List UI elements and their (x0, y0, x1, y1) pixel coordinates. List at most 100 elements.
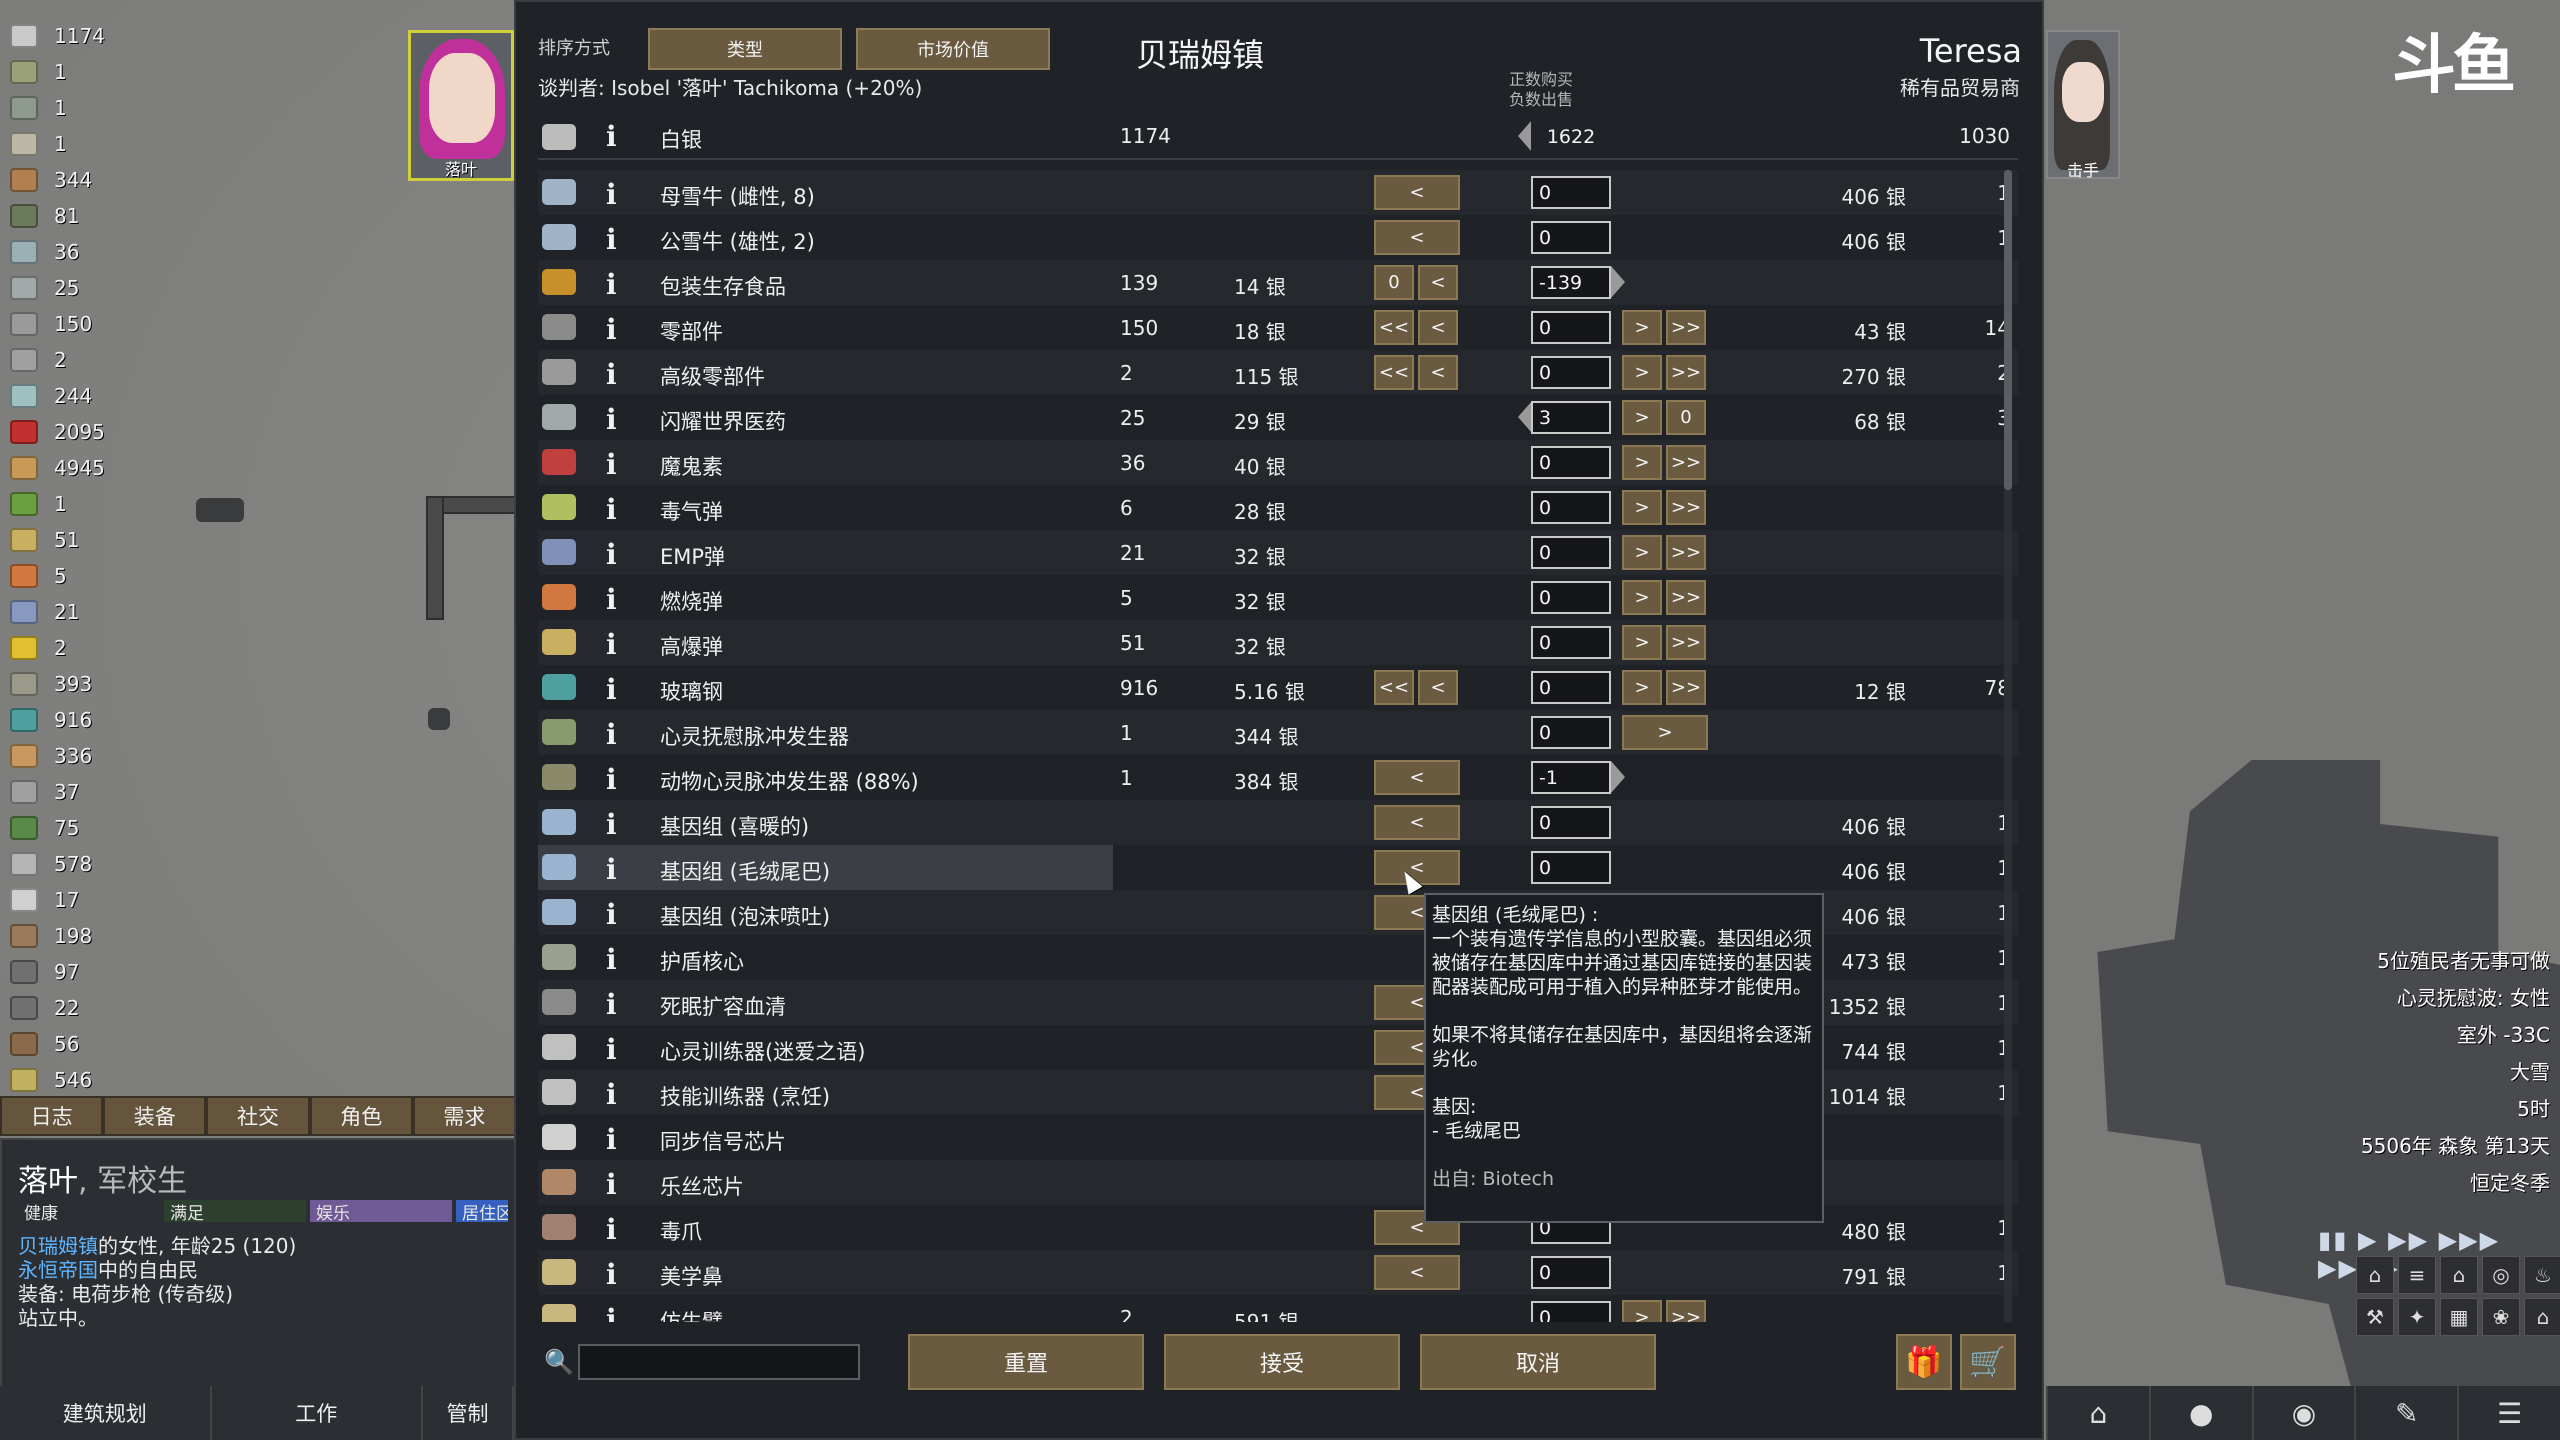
buy-one-button[interactable]: > (1622, 670, 1662, 705)
trade-amount-field[interactable]: 0 (1531, 491, 1611, 524)
trade-row[interactable]: i美学鼻<0791 银1 (538, 1250, 2018, 1295)
alert-idle-colonists[interactable]: 5位殖民者无事可做 (2290, 945, 2550, 982)
buy-all-button[interactable]: >> (1666, 490, 1706, 525)
info-icon[interactable]: i (606, 808, 617, 841)
trade-amount-field[interactable]: 0 (1531, 851, 1611, 884)
resource-row[interactable]: 2 (10, 342, 160, 378)
beauty-icon[interactable]: ✦ (2398, 1298, 2436, 1336)
resource-row[interactable]: 150 (10, 306, 160, 342)
sell-all-button[interactable]: << (1374, 355, 1414, 390)
trade-row[interactable]: i 魔鬼素 36 40 银 0 > >> (538, 440, 2018, 485)
buy-all-button[interactable]: >> (1666, 535, 1706, 570)
resource-row[interactable]: 97 (10, 954, 160, 990)
menu-icon[interactable]: ☰ (2457, 1386, 2560, 1440)
trade-row[interactable]: i 包装生存食品 139 14 银 0 < -139 (538, 260, 2018, 305)
resource-row[interactable]: 56 (10, 1026, 160, 1062)
resource-row[interactable]: 4945 (10, 450, 160, 486)
trade-row[interactable]: i 心灵抚慰脉冲发生器 1 344 银 0 > (538, 710, 2018, 755)
info-icon[interactable]: i (606, 853, 617, 886)
buy-one-button[interactable]: > (1622, 535, 1662, 570)
resource-row[interactable]: 81 (10, 198, 160, 234)
resource-row[interactable]: 916 (10, 702, 160, 738)
trade-amount-field[interactable]: 0 (1531, 356, 1611, 389)
buy-all-button[interactable]: >> (1666, 670, 1706, 705)
buy-one-button[interactable]: > (1622, 355, 1662, 390)
buy-all-button[interactable]: >> (1666, 310, 1706, 345)
resource-row[interactable]: 2095 (10, 414, 160, 450)
sort-by-type-button[interactable]: 类型 (648, 28, 842, 70)
tab-log[interactable]: 日志 (0, 1096, 104, 1136)
sell-one-button[interactable]: < (1418, 310, 1458, 345)
search-input[interactable] (578, 1344, 860, 1380)
scroll-thumb[interactable] (2004, 170, 2012, 490)
reset-row-button[interactable]: 0 (1374, 265, 1414, 300)
trader-portrait[interactable]: 击手 (2046, 30, 2120, 180)
factions-icon[interactable]: ⌂ (2046, 1386, 2149, 1440)
zone-icon[interactable]: ▦ (2440, 1298, 2478, 1336)
trade-row[interactable]: i 动物心灵脉冲发生器 (88%) 1 384 银 < -1 (538, 755, 2018, 800)
buy-one-button[interactable]: > (1622, 445, 1662, 480)
resource-row[interactable]: 21 (10, 594, 160, 630)
roof-icon[interactable]: ⌂ (2356, 1256, 2394, 1294)
ideology-icon[interactable]: ✎ (2354, 1386, 2457, 1440)
trade-amount-field[interactable]: 0 (1531, 1256, 1611, 1289)
info-icon[interactable]: i (606, 1303, 617, 1322)
reset-button[interactable]: 重置 (908, 1334, 1144, 1390)
info-icon[interactable]: i (606, 1213, 617, 1246)
accept-button[interactable]: 接受 (1164, 1334, 1400, 1390)
resource-row[interactable]: 578 (10, 846, 160, 882)
alert-psychic-soothe[interactable]: 心灵抚慰波: 女性 (2290, 982, 2550, 1019)
trade-amount-field[interactable]: -139 (1531, 266, 1611, 299)
buy-one-button[interactable]: > (1622, 715, 1708, 750)
tab-character[interactable]: 角色 (309, 1096, 413, 1136)
buy-one-button[interactable]: > (1622, 625, 1662, 660)
trade-row[interactable]: i基因组 (毛绒尾巴)<0406 银1 (538, 845, 2018, 890)
tab-social[interactable]: 社交 (206, 1096, 310, 1136)
trade-row[interactable]: i 高爆弹 51 32 银 0 > >> (538, 620, 2018, 665)
info-icon[interactable]: i (606, 448, 617, 481)
trade-amount-field[interactable]: 0 (1531, 581, 1611, 614)
tab-work[interactable]: 工作 (212, 1386, 424, 1440)
resource-row[interactable]: 75 (10, 810, 160, 846)
trade-amount-field[interactable]: 0 (1531, 176, 1611, 209)
sell-one-button[interactable]: < (1418, 670, 1458, 705)
info-icon[interactable]: i (606, 120, 617, 153)
trade-row[interactable]: i公雪牛 (雄性, 2)<0406 银1 (538, 215, 2018, 260)
fertility-icon[interactable]: ❀ (2482, 1298, 2520, 1336)
info-icon[interactable]: i (606, 583, 617, 616)
sell-one-button[interactable]: < (1374, 220, 1460, 255)
tab-architect[interactable]: 建筑规划 (0, 1386, 212, 1440)
buy-all-button[interactable]: >> (1666, 580, 1706, 615)
tab-gear[interactable]: 装备 (103, 1096, 207, 1136)
resource-row[interactable]: 198 (10, 918, 160, 954)
list-icon[interactable]: ≡ (2398, 1256, 2436, 1294)
trade-amount-field[interactable]: 0 (1531, 536, 1611, 569)
sell-all-button[interactable]: << (1374, 310, 1414, 345)
resource-row[interactable]: 344 (10, 162, 160, 198)
trade-row[interactable]: i 零部件 150 18 银 << <0 > >> 43 银 14 (538, 305, 2018, 350)
resource-row[interactable]: 51 (10, 522, 160, 558)
info-icon[interactable]: i (606, 178, 617, 211)
info-icon[interactable]: i (606, 358, 617, 391)
resource-row[interactable]: 25 (10, 270, 160, 306)
tab-restrict[interactable]: 管制 (423, 1386, 515, 1440)
resource-row[interactable]: 336 (10, 738, 160, 774)
buy-all-button[interactable]: >> (1666, 1300, 1706, 1322)
sell-one-button[interactable]: < (1374, 1255, 1460, 1290)
home-icon[interactable]: ⌂ (2440, 1256, 2478, 1294)
silver-amount-field[interactable]: 1622 (1531, 120, 1611, 153)
info-icon[interactable]: i (606, 538, 617, 571)
trade-row[interactable]: i 毒气弹 6 28 银 0 > >> (538, 485, 2018, 530)
resource-row[interactable]: 36 (10, 234, 160, 270)
info-icon[interactable]: i (606, 988, 617, 1021)
sell-one-button[interactable]: < (1374, 805, 1460, 840)
info-icon[interactable]: i (606, 943, 617, 976)
buy-all-button[interactable]: >> (1666, 445, 1706, 480)
info-icon[interactable]: i (606, 1168, 617, 1201)
trade-amount-field[interactable]: 0 (1531, 716, 1611, 749)
resource-row[interactable]: 5 (10, 558, 160, 594)
info-icon[interactable]: i (606, 1258, 617, 1291)
resource-row[interactable]: 2 (10, 630, 160, 666)
trade-amount-field[interactable]: 0 (1531, 806, 1611, 839)
trade-row[interactable]: i 燃烧弹 5 32 银 0 > >> (538, 575, 2018, 620)
